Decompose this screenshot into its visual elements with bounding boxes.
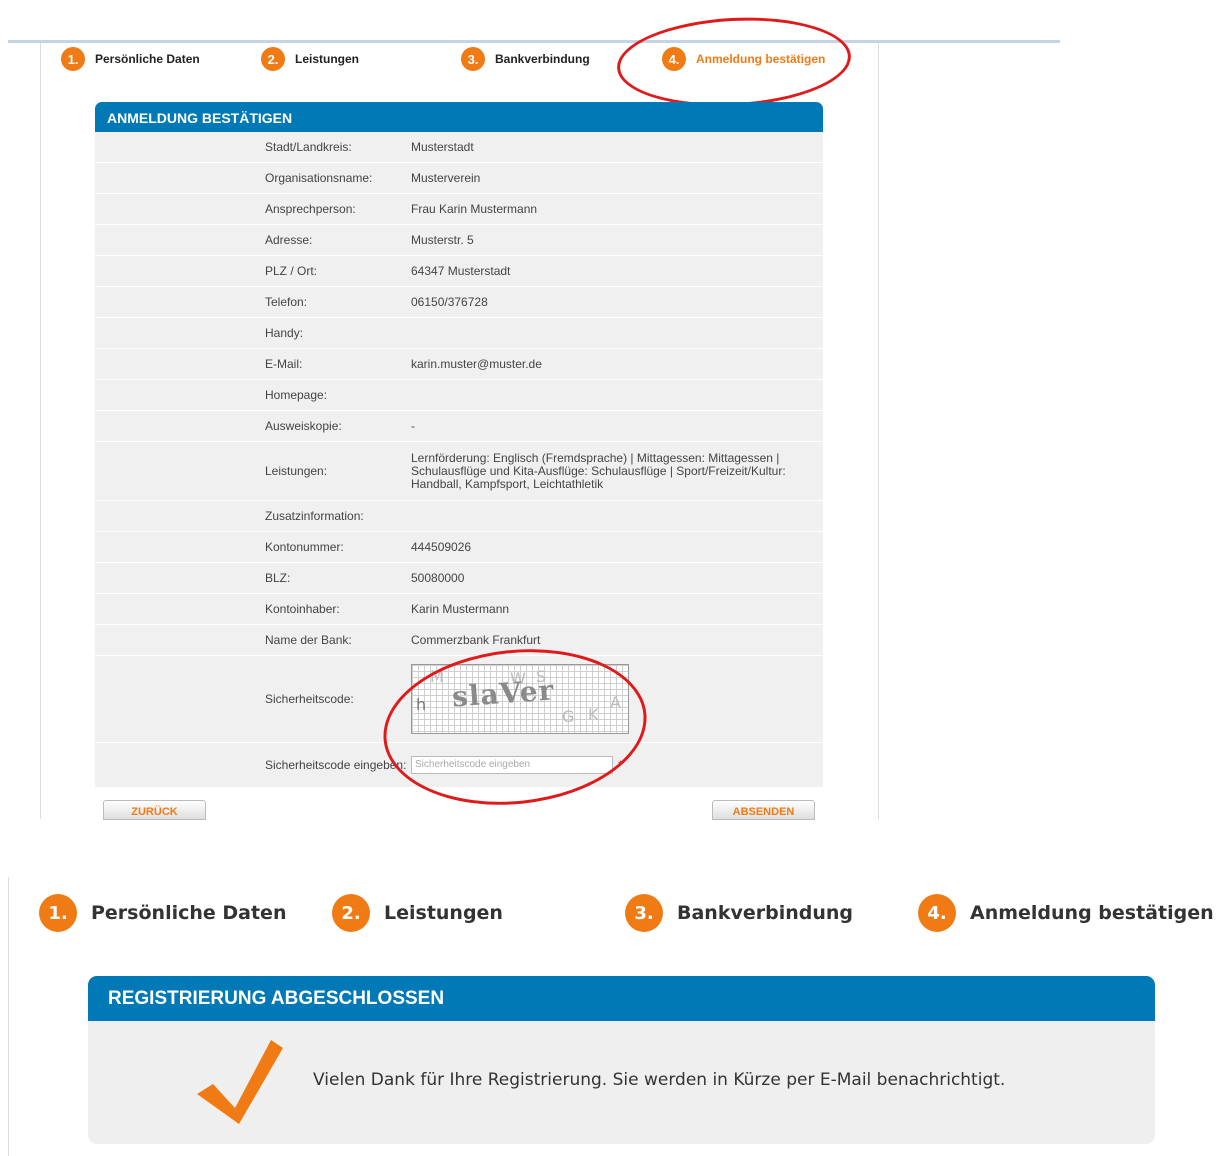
step-1[interactable]: 1. Persönliche Daten (61, 47, 200, 71)
captcha-word: slaVer (450, 673, 556, 714)
row-label: Leistungen: (265, 464, 328, 478)
done-step-3-badge: 3. (625, 894, 663, 932)
done-step-1[interactable]: 1. Persönliche Daten (39, 894, 286, 932)
row-value: Musterverein (411, 170, 481, 185)
row-homepage: Homepage: (95, 380, 823, 411)
row-value: - (411, 418, 415, 433)
row-label: Name der Bank: (265, 633, 352, 647)
row-value: karin.muster@muster.de (411, 356, 542, 371)
row-account-number: Kontonummer: 444509026 (95, 532, 823, 563)
step-3-label: Bankverbindung (495, 52, 590, 66)
row-organisation: Organisationsname: Musterverein (95, 163, 823, 194)
row-mobile: Handy: (95, 318, 823, 349)
captcha-label: Sicherheitscode: (265, 692, 354, 706)
row-code-entry: Sicherheitscode eingeben: Sicherheitscod… (95, 743, 823, 788)
row-value: Karin Mustermann (411, 601, 510, 616)
done-panel: REGISTRIERUNG ABGESCHLOSSEN Vielen Dank … (88, 976, 1155, 1144)
row-label: Homepage: (265, 388, 328, 402)
step-2-badge: 2. (261, 47, 285, 71)
row-value: Musterstr. 5 (411, 232, 474, 247)
row-label: BLZ: (265, 571, 291, 585)
row-label: Kontonummer: (265, 540, 344, 554)
done-step-1-badge: 1. (39, 894, 77, 932)
row-value: Commerzbank Frankfurt (411, 632, 541, 647)
done-step-4-badge: 4. (918, 894, 956, 932)
row-captcha: Sicherheitscode: M W S h G K A slaVer (95, 656, 823, 743)
row-label: E-Mail: (265, 357, 303, 371)
step-2[interactable]: 2. Leistungen (261, 47, 359, 71)
row-label: Ausweiskopie: (265, 419, 342, 433)
captcha-image: M W S h G K A slaVer (411, 664, 629, 734)
done-panel-title: REGISTRIERUNG ABGESCHLOSSEN (88, 976, 1155, 1021)
done-step-2[interactable]: 2. Leistungen (332, 894, 503, 932)
code-entry-label: Sicherheitscode eingeben: (265, 758, 407, 772)
row-label: Handy: (265, 326, 304, 340)
required-marker: * (618, 758, 623, 772)
row-account-holder: Kontoinhaber: Karin Mustermann (95, 594, 823, 625)
done-step-1-label: Persönliche Daten (91, 902, 287, 924)
row-value: 06150/376728 (411, 294, 488, 309)
row-label: Organisationsname: (265, 171, 373, 185)
done-step-3[interactable]: 3. Bankverbindung (625, 894, 853, 932)
row-additional-info: Zusatzinformation: (95, 501, 823, 532)
row-value: Lernförderung: Englisch (Fremdsprache) |… (411, 450, 786, 491)
done-step-2-label: Leistungen (384, 902, 503, 924)
row-label: Ansprechperson: (265, 202, 356, 216)
row-label: Adresse: (265, 233, 313, 247)
step-3[interactable]: 3. Bankverbindung (461, 47, 590, 71)
success-message: Vielen Dank für Ihre Registrierung. Sie … (313, 1070, 1006, 1090)
checkmark-icon (197, 1040, 283, 1124)
step-2-label: Leistungen (295, 52, 360, 66)
step-4-badge: 4. (662, 47, 686, 71)
row-label: Telefon: (265, 295, 308, 309)
row-city: Stadt/Landkreis: Musterstadt (95, 132, 823, 163)
confirm-panel: ANMELDUNG BESTÄTIGEN Stadt/Landkreis: Mu… (95, 102, 823, 788)
row-value: 64347 Musterstadt (411, 263, 511, 278)
done-step-4[interactable]: 4. Anmeldung bestätigen (918, 894, 1214, 932)
row-value: 50080000 (411, 570, 465, 585)
done-step-4-label: Anmeldung bestätigen (970, 902, 1214, 924)
row-bank-code: BLZ: 50080000 (95, 563, 823, 594)
step-1-badge: 1. (61, 47, 85, 71)
row-value: Frau Karin Mustermann (411, 201, 538, 216)
row-label: PLZ / Ort: (265, 264, 318, 278)
security-code-input[interactable]: Sicherheitscode eingeben (411, 756, 613, 774)
done-step-2-badge: 2. (332, 894, 370, 932)
step-3-badge: 3. (461, 47, 485, 71)
confirm-panel-title: ANMELDUNG BESTÄTIGEN (95, 102, 823, 132)
step-4[interactable]: 4. Anmeldung bestätigen (662, 47, 825, 71)
row-label: Kontoinhaber: (265, 602, 340, 616)
row-services: Leistungen: Lernförderung: Englisch (Fre… (95, 442, 823, 501)
row-id-copy: Ausweiskopie: - (95, 411, 823, 442)
row-label: Stadt/Landkreis: (265, 140, 352, 154)
submit-button[interactable]: ABSENDEN (712, 800, 815, 820)
row-value: Musterstadt (411, 139, 474, 154)
row-zip-city: PLZ / Ort: 64347 Musterstadt (95, 256, 823, 287)
row-value: 444509026 (411, 539, 472, 554)
back-button[interactable]: ZURÜCK (103, 800, 206, 820)
row-address: Adresse: Musterstr. 5 (95, 225, 823, 256)
row-label: Zusatzinformation: (265, 509, 364, 523)
row-contact: Ansprechperson: Frau Karin Mustermann (95, 194, 823, 225)
step-4-label: Anmeldung bestätigen (696, 52, 826, 66)
step-1-label: Persönliche Daten (95, 52, 200, 66)
row-email: E-Mail: karin.muster@muster.de (95, 349, 823, 380)
row-bank-name: Name der Bank: Commerzbank Frankfurt (95, 625, 823, 656)
done-frame (8, 877, 9, 1156)
row-phone: Telefon: 06150/376728 (95, 287, 823, 318)
done-step-3-label: Bankverbindung (677, 902, 854, 924)
